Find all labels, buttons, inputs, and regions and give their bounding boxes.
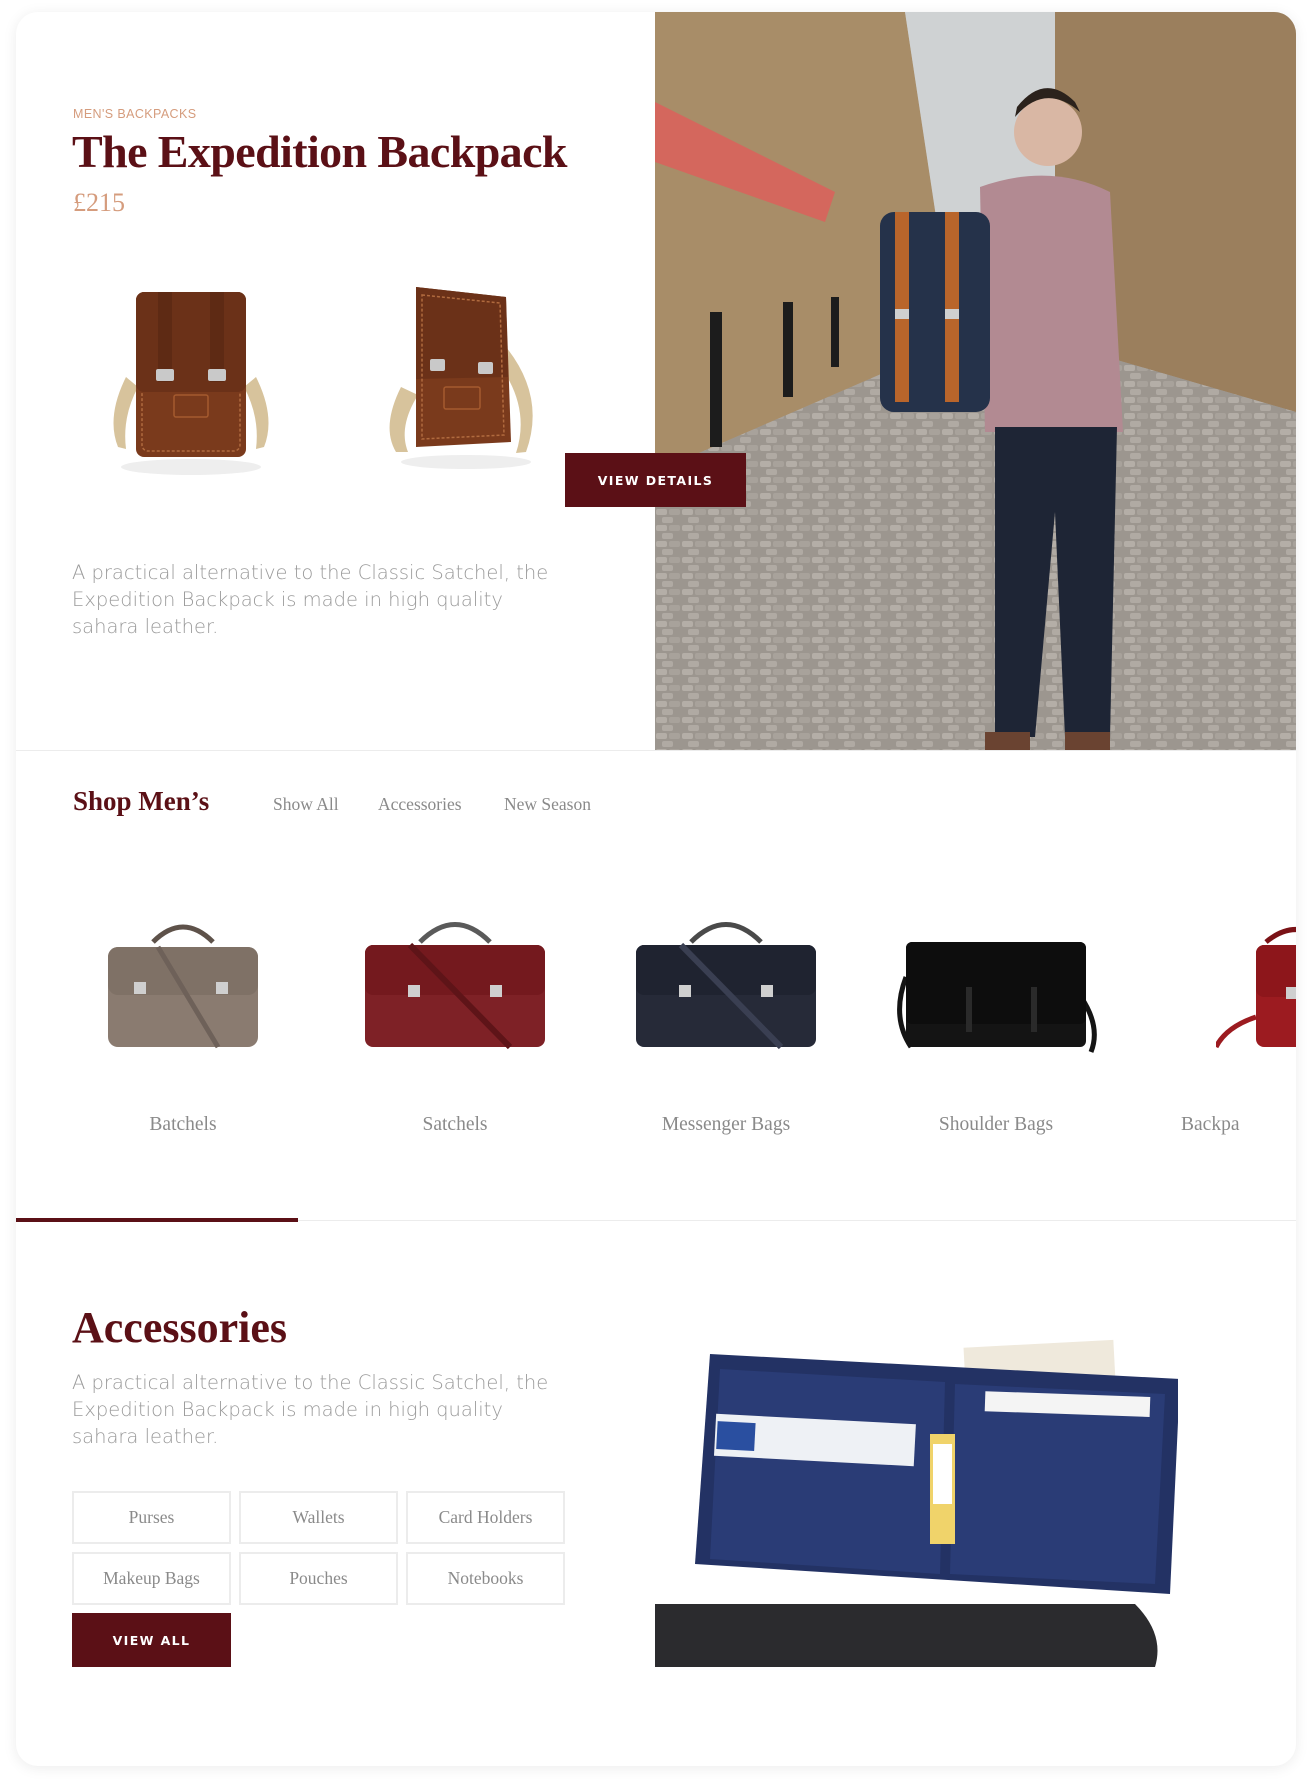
lifestyle-photo (655, 12, 1296, 750)
backpack-image (1216, 927, 1296, 1049)
chip-notebooks[interactable]: Notebooks (406, 1552, 565, 1605)
satchel-image (365, 922, 545, 1050)
messenger-bag-image (636, 922, 816, 1050)
accessories-description: A practical alternative to the Classic S… (72, 1371, 549, 1448)
chip-purses[interactable]: Purses (72, 1491, 231, 1544)
tab-accessories[interactable]: Accessories (378, 794, 462, 815)
category-label: Shoulder Bags (938, 1114, 1054, 1135)
category-eyebrow: MEN'S BACKPACKS (73, 107, 197, 121)
batchel-image (108, 924, 258, 1049)
category-backpacks[interactable]: Backpa (1161, 907, 1296, 1147)
product-title: The Expedition Backpack (72, 126, 567, 177)
product-card: MEN'S BACKPACKS The Expedition Backpack … (16, 12, 1296, 1766)
view-details-button[interactable]: VIEW DETAILS (565, 453, 746, 507)
shop-mens-title: Shop Men’s (73, 786, 210, 816)
chip-card-holders[interactable]: Card Holders (406, 1491, 565, 1544)
view-all-button[interactable]: VIEW ALL (72, 1613, 231, 1667)
category-shoulder-bags[interactable]: Shoulder Bags (881, 907, 1111, 1147)
section-divider (16, 750, 1296, 751)
carousel-progress[interactable] (16, 1218, 298, 1222)
category-label: Satchels (422, 1114, 488, 1135)
hero-section: MEN'S BACKPACKS The Expedition Backpack … (16, 12, 1296, 750)
backpack-side-image[interactable] (356, 267, 566, 487)
chip-pouches[interactable]: Pouches (239, 1552, 398, 1605)
wallet-photo (655, 1334, 1178, 1667)
category-label: Messenger Bags (661, 1114, 791, 1135)
shoulder-bag-image (897, 942, 1097, 1053)
tab-show-all[interactable]: Show All (273, 794, 339, 815)
tab-new-season[interactable]: New Season (504, 794, 591, 815)
chip-makeup-bags[interactable]: Makeup Bags (72, 1552, 231, 1605)
category-label: Batchels (149, 1114, 217, 1135)
category-satchels[interactable]: Satchels (340, 907, 570, 1147)
backpack-front-image[interactable] (86, 267, 296, 487)
product-price: £215 (73, 188, 125, 217)
chip-wallets[interactable]: Wallets (239, 1491, 398, 1544)
accessories-title: Accessories (72, 1303, 288, 1352)
category-messenger-bags[interactable]: Messenger Bags (611, 907, 841, 1147)
product-description: A practical alternative to the Classic S… (72, 561, 549, 638)
category-batchels[interactable]: Batchels (68, 907, 298, 1147)
category-label: Backpa (1181, 1114, 1240, 1135)
